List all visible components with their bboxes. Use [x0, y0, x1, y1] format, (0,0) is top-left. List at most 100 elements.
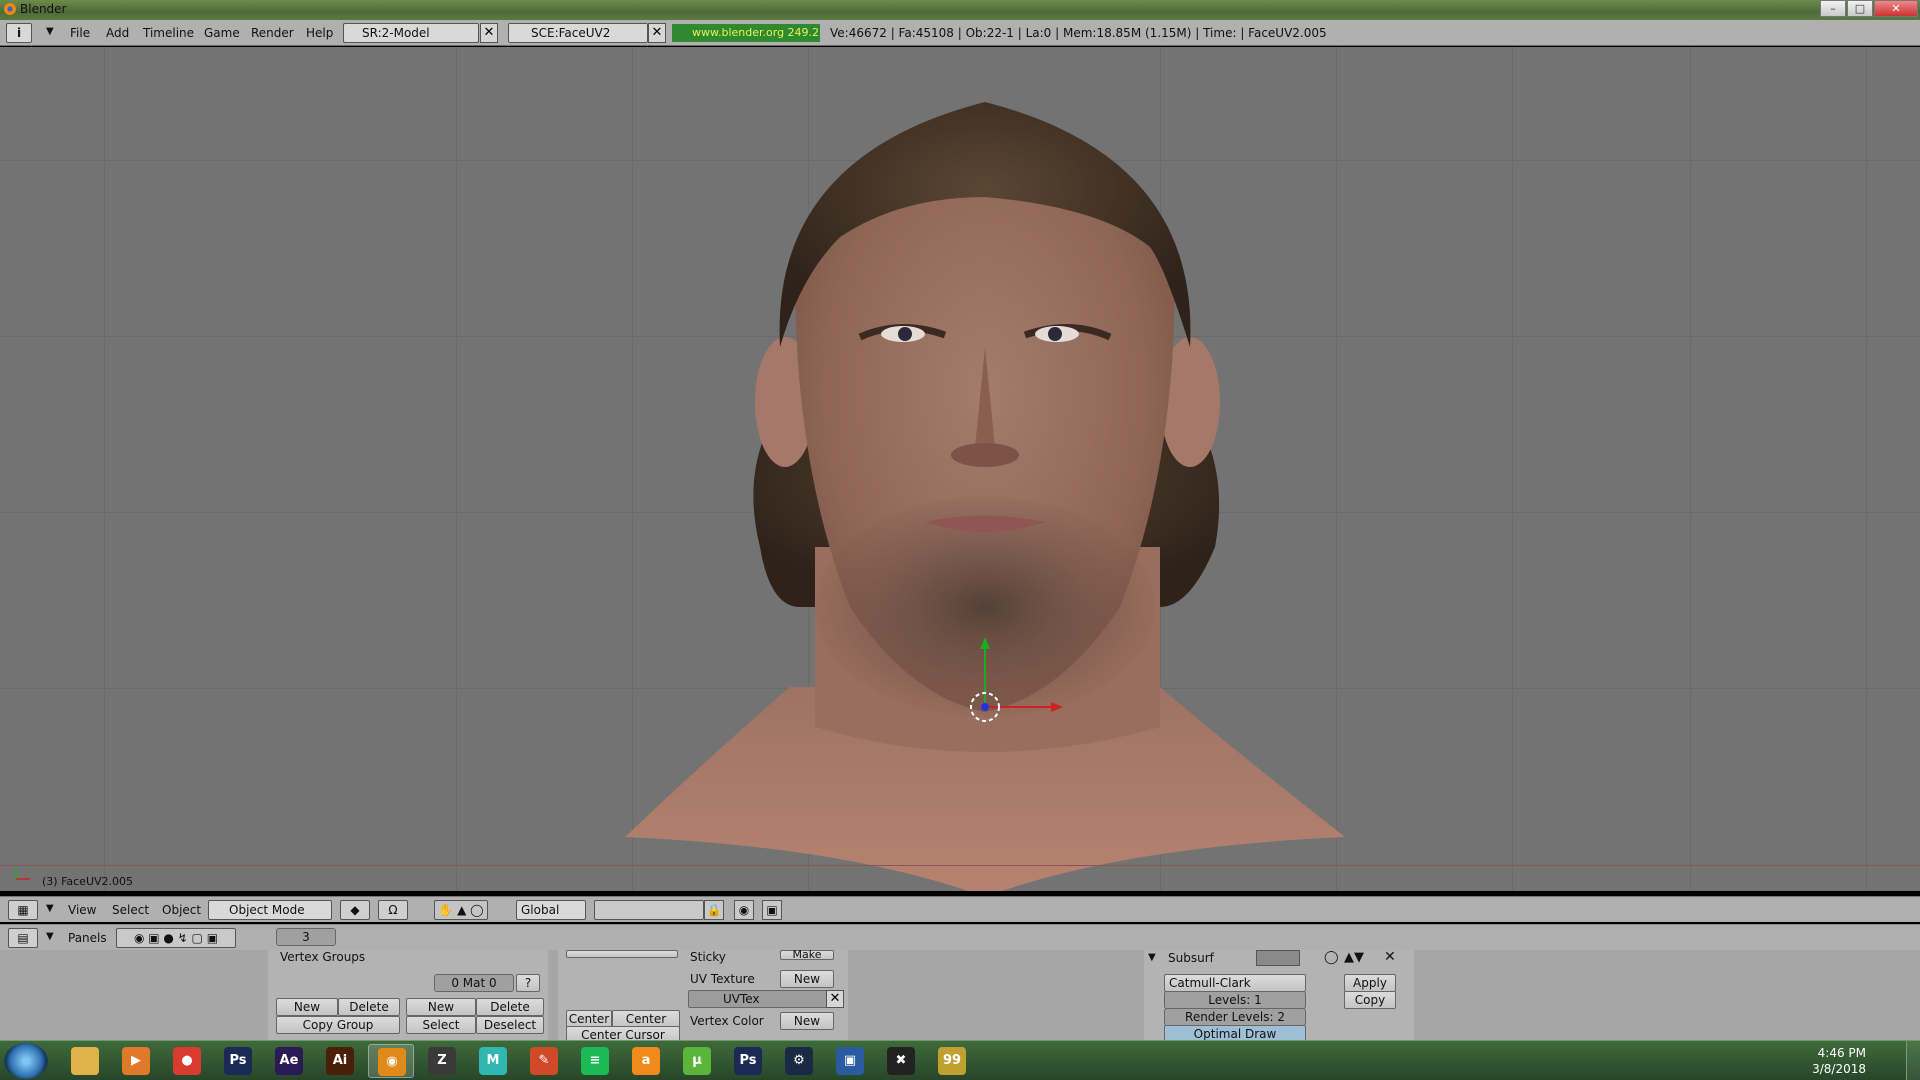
collapse-menu-icon[interactable]: ▼: [46, 900, 54, 920]
material-delete-button[interactable]: Delete: [476, 998, 544, 1016]
context-icons[interactable]: ◉ ▣ ● ↯ ▢ ▣: [116, 928, 236, 948]
material-select-button[interactable]: Select: [406, 1016, 476, 1034]
menu-render[interactable]: Render: [251, 26, 294, 40]
uv-texture-label: UV Texture: [690, 972, 755, 986]
modifier-collapse-icon[interactable]: ▼: [1148, 952, 1156, 963]
taskbar-steam-button[interactable]: ⚙: [776, 1044, 822, 1078]
material-index-field[interactable]: 0 Mat 0: [434, 974, 514, 992]
camera-icon[interactable]: ▣: [762, 900, 782, 920]
steam-icon: ⚙: [785, 1047, 813, 1075]
taskbar-utorrent-button[interactable]: µ: [674, 1044, 720, 1078]
head-mesh[interactable]: [0, 47, 1920, 891]
show-desktop-button[interactable]: [1906, 1041, 1920, 1080]
taskbar-media-player-button[interactable]: ▶: [113, 1044, 159, 1078]
pivot-icon[interactable]: Ω: [378, 900, 408, 920]
taskbar-spotify-button[interactable]: ≡: [572, 1044, 618, 1078]
modifier-name[interactable]: Subsurf: [1168, 951, 1214, 965]
menu-game[interactable]: Game: [204, 26, 240, 40]
taskbar-pencil-button[interactable]: ✎: [521, 1044, 567, 1078]
start-button[interactable]: [4, 1043, 48, 1079]
scene-delete-icon[interactable]: ✕: [648, 23, 666, 43]
blender-icon: ◉: [378, 1048, 406, 1076]
virtualbox-icon: ▣: [836, 1047, 864, 1075]
material-new-button[interactable]: New: [406, 998, 476, 1016]
modifier-move-icons[interactable]: ▲▼: [1344, 950, 1364, 965]
close-button[interactable]: ✕: [1874, 0, 1918, 17]
vertex-color-new-button[interactable]: New: [780, 1012, 834, 1030]
taskbar-after-effects-button[interactable]: Ae: [266, 1044, 312, 1078]
menu-object[interactable]: Object: [162, 903, 201, 917]
uv-texture-new-button[interactable]: New: [780, 970, 834, 988]
modifier-visibility-icons[interactable]: [1256, 950, 1300, 966]
menu-file[interactable]: File: [70, 26, 90, 40]
levels-field[interactable]: Levels: 1: [1164, 991, 1306, 1009]
vgroup-delete-button[interactable]: Delete: [338, 998, 400, 1016]
material-help-button[interactable]: ?: [516, 974, 540, 992]
autosmooth-field[interactable]: [566, 950, 678, 958]
sticky-make-button[interactable]: Make: [780, 949, 834, 960]
render-icon[interactable]: ◉: [734, 900, 754, 920]
utorrent-icon: µ: [683, 1047, 711, 1075]
mode-select[interactable]: Object Mode: [208, 900, 332, 920]
taskbar-virtualbox-button[interactable]: ▣: [827, 1044, 873, 1078]
minimize-button[interactable]: –: [1820, 0, 1846, 17]
sticky-label: Sticky: [690, 950, 726, 964]
taskbar-zbrush-button[interactable]: Z: [419, 1044, 465, 1078]
xbox-tool-icon: ✖: [887, 1047, 915, 1075]
vertex-color-label: Vertex Color: [690, 1014, 764, 1028]
uvtex-layer-field[interactable]: UVTex: [688, 990, 828, 1008]
taskbar-explorer-button[interactable]: [62, 1044, 108, 1078]
uvtex-delete-icon[interactable]: ✕: [826, 990, 844, 1008]
render-levels-value: Render Levels: 2: [1185, 1010, 1285, 1024]
url-text: www.blender.org 249.2: [692, 26, 820, 39]
frame-number-field[interactable]: 3: [276, 928, 336, 946]
collapse-menu-icon[interactable]: ▼: [46, 23, 54, 43]
menu-panels[interactable]: Panels: [68, 931, 107, 945]
render-levels-field[interactable]: Render Levels: 2: [1164, 1008, 1306, 1026]
draw-type-icon[interactable]: ◆: [340, 900, 370, 920]
taskbar-blender-button[interactable]: ◉: [368, 1044, 414, 1078]
material-deselect-button[interactable]: Deselect: [476, 1016, 544, 1034]
screen-select-field[interactable]: SR:2-Model: [343, 23, 479, 43]
blender-url-link[interactable]: www.blender.org 249.2: [672, 24, 820, 42]
info-window-type-icon[interactable]: i: [6, 23, 32, 43]
menu-add[interactable]: Add: [106, 26, 129, 40]
menu-select[interactable]: Select: [112, 903, 149, 917]
vgroup-new-button[interactable]: New: [276, 998, 338, 1016]
subdivision-type-select[interactable]: Catmull-Clark: [1164, 974, 1306, 992]
taskbar-photoshop-button[interactable]: Ps: [215, 1044, 261, 1078]
modifier-circle-icon[interactable]: ◯: [1324, 950, 1339, 965]
zbrush-icon: Z: [428, 1047, 456, 1075]
screen-delete-icon[interactable]: ✕: [480, 23, 498, 43]
layer-buttons[interactable]: [594, 900, 704, 920]
maximize-button[interactable]: □: [1847, 0, 1873, 17]
taskbar-xbox-tool-button[interactable]: ✖: [878, 1044, 924, 1078]
lock-icon[interactable]: 🔒: [704, 900, 724, 920]
taskbar-chrome-button[interactable]: ●: [164, 1044, 210, 1078]
menu-view[interactable]: View: [68, 903, 96, 917]
network-tool-icon: 99: [938, 1047, 966, 1075]
viewport-header: ▦ ▼ View Select Object Object Mode ◆ Ω ✋…: [0, 896, 1920, 922]
clock-time[interactable]: 4:46 PM: [1812, 1045, 1866, 1061]
buttons-window-type-icon[interactable]: ▤: [8, 928, 38, 948]
collapse-menu-icon[interactable]: ▼: [46, 928, 54, 948]
taskbar-maya-button[interactable]: M: [470, 1044, 516, 1078]
taskbar-amazon-button[interactable]: a: [623, 1044, 669, 1078]
copy-group-button[interactable]: Copy Group: [276, 1016, 400, 1034]
orientation-select[interactable]: Global: [516, 900, 586, 920]
scene-select-field[interactable]: SCE:FaceUV2: [508, 23, 648, 43]
menu-help[interactable]: Help: [306, 26, 333, 40]
modifier-apply-button[interactable]: Apply: [1344, 974, 1396, 992]
clock-date[interactable]: 3/8/2018: [1812, 1061, 1866, 1077]
uvtex-layer-name: UVTex: [723, 992, 760, 1006]
taskbar-photoshop2-button[interactable]: Ps: [725, 1044, 771, 1078]
menu-timeline[interactable]: Timeline: [143, 26, 194, 40]
modifier-delete-icon[interactable]: ✕: [1384, 949, 1396, 965]
taskbar-network-tool-button[interactable]: 99: [929, 1044, 975, 1078]
material-index: 0 Mat 0: [451, 976, 497, 990]
viewport-type-icon[interactable]: ▦: [8, 900, 38, 920]
taskbar-illustrator-button[interactable]: Ai: [317, 1044, 363, 1078]
manipulator-icons[interactable]: ✋ ▲ ◯: [434, 900, 488, 920]
3d-viewport[interactable]: (3) FaceUV2.005: [0, 47, 1920, 891]
modifier-copy-button[interactable]: Copy: [1344, 991, 1396, 1009]
